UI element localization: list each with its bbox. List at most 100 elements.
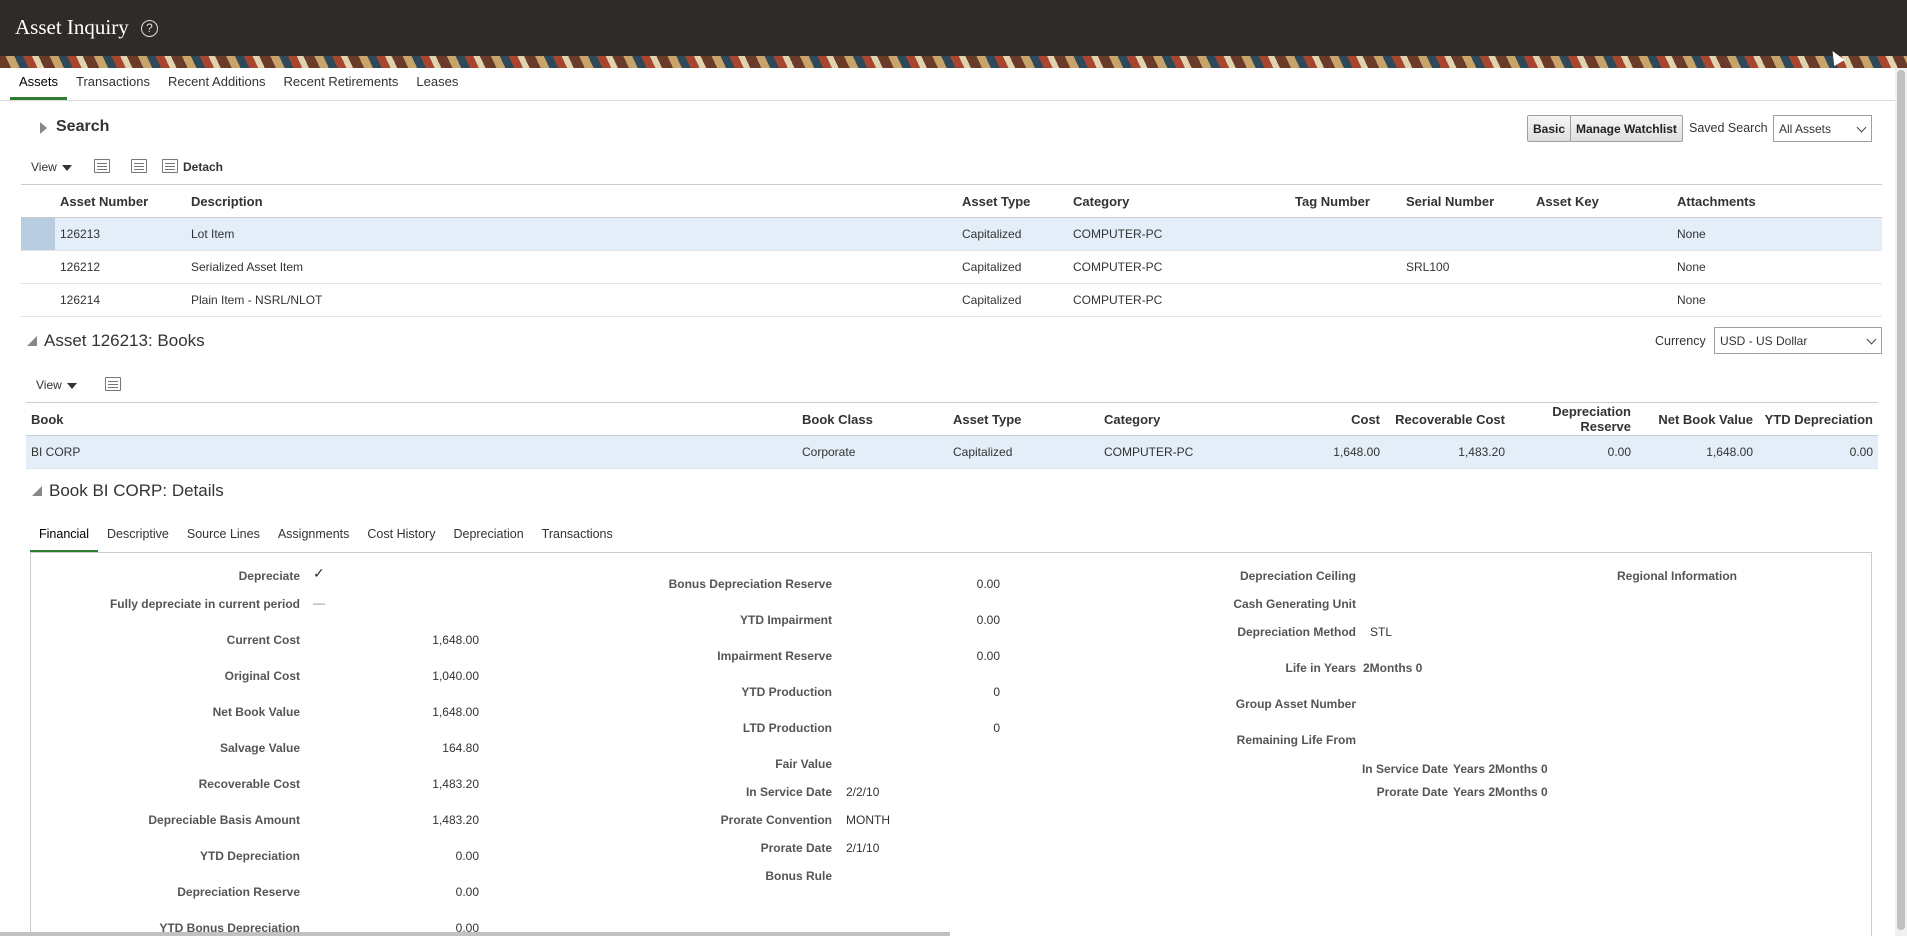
col-attachments[interactable]: Attachments: [1672, 184, 1882, 218]
col-asset-number[interactable]: Asset Number: [55, 184, 186, 218]
ytd-depreciation-cell: 0.00: [1758, 435, 1878, 469]
asset-type-cell: Capitalized: [957, 283, 1068, 317]
table-row[interactable]: BI CORP Corporate Capitalized COMPUTER-P…: [26, 435, 1878, 469]
col-ytd-depreciation[interactable]: YTD Depreciation: [1758, 402, 1878, 436]
col-book-class[interactable]: Book Class: [797, 402, 948, 436]
tab-source-lines[interactable]: Source Lines: [178, 523, 269, 553]
fully-depreciate-label: Fully depreciate in current period: [109, 597, 300, 611]
tab-cost-history[interactable]: Cost History: [358, 523, 444, 553]
scrollbar-thumb[interactable]: [1897, 70, 1905, 930]
col-cost[interactable]: Cost: [1250, 402, 1385, 436]
view-menu[interactable]: View: [31, 160, 72, 174]
tag-number-cell: [1290, 250, 1401, 284]
row-selector[interactable]: [21, 250, 55, 284]
detach-button[interactable]: Detach: [183, 160, 223, 174]
tab-leases[interactable]: Leases: [407, 70, 467, 100]
ytd-impairment-label: YTD Impairment: [739, 613, 832, 627]
tab-recent-retirements[interactable]: Recent Retirements: [275, 70, 408, 100]
help-icon[interactable]: ?: [141, 20, 158, 37]
recoverable-cost-label: Recoverable Cost: [198, 777, 300, 791]
bonus-depreciation-reserve-value: 0.00: [976, 577, 1000, 591]
ltd-production-label: LTD Production: [742, 721, 832, 735]
col-net-book-value[interactable]: Net Book Value: [1636, 402, 1758, 436]
col-recoverable-cost[interactable]: Recoverable Cost: [1385, 402, 1510, 436]
book-cell: BI CORP: [26, 435, 797, 469]
col-depreciation-reserve[interactable]: Depreciation Reserve: [1510, 402, 1636, 436]
horizontal-scrollbar[interactable]: [0, 932, 950, 936]
saved-search-select[interactable]: All Assets: [1773, 115, 1872, 142]
tab-assignments[interactable]: Assignments: [269, 523, 359, 553]
depreciation-ceiling-label: Depreciation Ceiling: [1239, 569, 1356, 583]
tab-transactions[interactable]: Transactions: [67, 70, 159, 100]
depreciate-checkmark-icon[interactable]: ✓: [313, 565, 325, 582]
col-asset-key[interactable]: Asset Key: [1531, 184, 1672, 218]
collapse-books-icon[interactable]: [27, 336, 37, 346]
remaining-prorate-date-value: Years 2Months 0: [1453, 785, 1548, 799]
remaining-in-service-date-label: In Service Date: [1361, 762, 1448, 776]
bonus-depreciation-reserve-label: Bonus Depreciation Reserve: [668, 577, 832, 591]
recoverable-cost-value: 1,483.20: [432, 777, 479, 791]
asset-key-cell: [1531, 283, 1672, 317]
net-book-value-cell: 1,648.00: [1636, 435, 1758, 469]
table-row[interactable]: 126213 Lot Item Capitalized COMPUTER-PC …: [21, 217, 1882, 251]
current-cost-value: 1,648.00: [432, 633, 479, 647]
expand-search-icon[interactable]: [40, 122, 47, 134]
caret-down-icon: [61, 164, 72, 171]
asset-key-cell: [1531, 217, 1672, 251]
asset-type-cell: Capitalized: [957, 250, 1068, 284]
depreciate-label: Depreciate: [238, 569, 300, 583]
bonus-rule-label: Bonus Rule: [765, 869, 832, 883]
tab-transactions[interactable]: Transactions: [533, 523, 622, 553]
currency-select[interactable]: USD - US Dollar: [1714, 327, 1882, 354]
search-title: Search: [56, 118, 110, 135]
table-row[interactable]: 126212 Serialized Asset Item Capitalized…: [21, 250, 1882, 284]
format-columns-icon[interactable]: [94, 159, 110, 173]
asset-number-cell: 126214: [55, 283, 186, 317]
book-class-cell: Corporate: [797, 435, 948, 469]
collapse-details-icon[interactable]: [32, 486, 42, 496]
col-tag-number[interactable]: Tag Number: [1290, 184, 1401, 218]
vertical-scrollbar[interactable]: [1895, 68, 1907, 936]
recoverable-cost-cell: 1,483.20: [1385, 435, 1510, 469]
tab-financial[interactable]: Financial: [30, 523, 99, 553]
table-row[interactable]: 126214 Plain Item - NSRL/NLOT Capitalize…: [21, 283, 1882, 317]
col-category[interactable]: Category: [1068, 184, 1290, 218]
tab-assets[interactable]: Assets: [10, 70, 68, 100]
basic-button[interactable]: Basic: [1527, 115, 1572, 142]
attachments-cell[interactable]: None: [1672, 250, 1882, 284]
col-serial-number[interactable]: Serial Number: [1401, 184, 1531, 218]
tabs-divider: [0, 100, 1895, 101]
asset-number-cell: 126213: [55, 217, 186, 251]
depreciation-reserve-label: Depreciation Reserve: [177, 885, 300, 899]
books-table: Book Book Class Asset Type Category Cost…: [26, 402, 1878, 469]
tab-descriptive[interactable]: Descriptive: [98, 523, 178, 553]
financial-panel: [30, 552, 1872, 936]
prorate-convention-label: Prorate Convention: [720, 813, 832, 827]
depreciation-method-value: STL: [1370, 625, 1393, 639]
detach-icon[interactable]: [162, 159, 178, 173]
fully-depreciate-checkbox[interactable]: —: [313, 596, 325, 610]
col-asset-type[interactable]: Asset Type: [948, 402, 1099, 436]
tab-recent-additions[interactable]: Recent Additions: [159, 70, 275, 100]
freeze-columns-icon[interactable]: [131, 159, 147, 173]
col-book[interactable]: Book: [26, 402, 797, 436]
life-in-years-label: Life in Years: [1285, 661, 1356, 675]
view-menu-label: View: [36, 378, 62, 392]
manage-watchlist-button[interactable]: Manage Watchlist: [1570, 115, 1683, 142]
col-description[interactable]: Description: [186, 184, 957, 218]
attachments-cell[interactable]: None: [1672, 217, 1882, 251]
category-cell: COMPUTER-PC: [1068, 217, 1290, 251]
tab-depreciation[interactable]: Depreciation: [444, 523, 532, 553]
col-asset-type[interactable]: Asset Type: [957, 184, 1068, 218]
books-view-menu[interactable]: View: [36, 378, 77, 392]
serial-number-cell: SRL100: [1401, 250, 1531, 284]
ltd-production-value: 0: [993, 721, 1000, 735]
attachments-cell[interactable]: None: [1672, 283, 1882, 317]
tag-number-cell: [1290, 283, 1401, 317]
format-columns-icon[interactable]: [105, 377, 121, 391]
row-selector[interactable]: [21, 283, 55, 317]
prorate-date-value: 2/1/10: [846, 841, 880, 855]
ytd-depreciation-label: YTD Depreciation: [199, 849, 300, 863]
col-category[interactable]: Category: [1099, 402, 1250, 436]
row-selector[interactable]: [21, 217, 55, 251]
